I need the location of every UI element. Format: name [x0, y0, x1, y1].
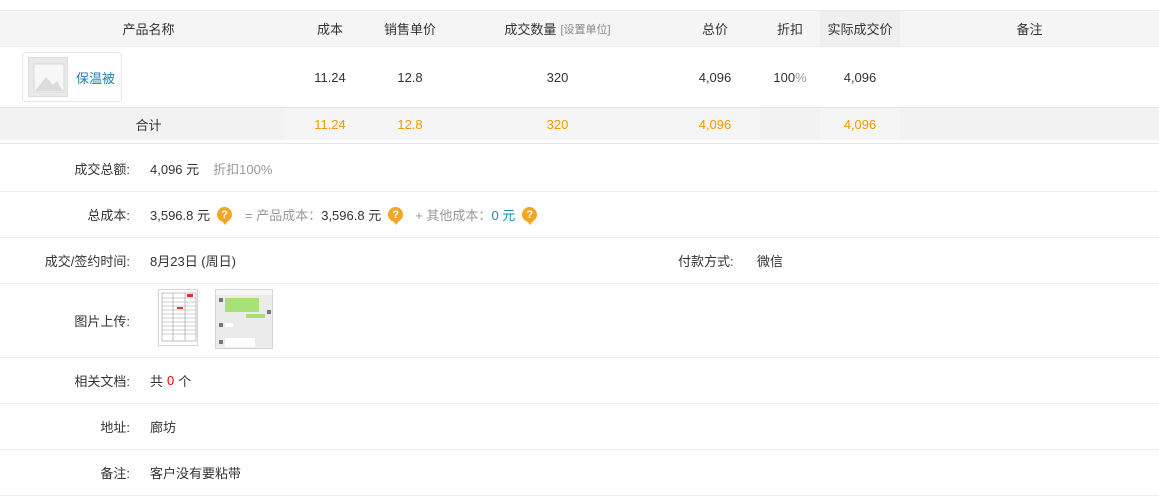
header-discount: 折扣	[776, 22, 803, 37]
header-remark: 备注	[1016, 22, 1043, 37]
discount-value: 100	[773, 69, 796, 85]
remark-label: 备注:	[100, 466, 130, 481]
product-card[interactable]: 保温被	[22, 52, 122, 102]
discount-unit: %	[795, 69, 807, 85]
images-row: 图片上传:	[0, 284, 1159, 358]
remark-value: 客户没有要粘带	[150, 466, 242, 481]
totals-row: 合计 11.24 12.8 320 4,096 4,096	[0, 107, 1159, 140]
deal-time-row: 成交/签约时间: 8月23日 (周日) 付款方式: 微信	[0, 238, 1159, 284]
cell-remark	[900, 47, 1159, 107]
deal-time-value: 8月23日 (周日)	[150, 254, 236, 269]
remark-row: 备注: 客户没有要粘带	[0, 450, 1159, 496]
deal-time-label: 成交/签约时间:	[44, 254, 130, 269]
header-actual-price: 实际成交价	[820, 11, 900, 46]
product-name-link[interactable]: 保温被	[76, 68, 115, 87]
total-cost-row: 总成本: 3,596.8 元 ? = 产品成本： 3,596.8 元 ? + 其…	[0, 192, 1159, 238]
total-amount-value: 4,096 元	[150, 162, 200, 177]
product-table: 产品名称 成本 销售单价 成交数量 [设置单位] 总价 折扣 实际成交价 备注 …	[0, 0, 1159, 144]
total-cost-value: 3,596.8 元	[150, 208, 210, 223]
cell-discount: 100%	[760, 47, 820, 107]
total-amount-value-wrap: 4,096 元 折扣100%	[150, 146, 272, 191]
other-cost-value[interactable]: 0 元	[491, 205, 515, 224]
totals-total: 4,096	[670, 108, 760, 140]
cell-actual-price: 4,096	[843, 69, 877, 85]
total-cost-label: 总成本:	[87, 208, 130, 223]
product-cost-value: 3,596.8 元	[321, 208, 382, 223]
documents-prefix: 共	[150, 374, 164, 389]
question-icon[interactable]: ?	[388, 207, 404, 225]
totals-quantity: 320	[445, 108, 670, 140]
header-total: 总价	[701, 22, 728, 37]
payment-method-value: 微信	[757, 254, 784, 269]
documents-label: 相关文档:	[74, 374, 130, 389]
cell-total: 4,096	[698, 69, 732, 85]
totals-actual-price: 4,096	[820, 108, 900, 140]
documents-row: 相关文档: 共 0 个	[0, 358, 1159, 404]
table-header: 产品名称 成本 销售单价 成交数量 [设置单位] 总价 折扣 实际成交价 备注	[0, 10, 1159, 47]
total-amount-discount: 折扣100%	[213, 162, 273, 177]
payment-method-label: 付款方式:	[678, 254, 734, 269]
totals-unit-price: 12.8	[375, 108, 445, 140]
address-label: 地址:	[100, 420, 130, 435]
images-label: 图片上传:	[74, 314, 130, 329]
table-row: 保温被 11.24 12.8 320 4,096 100% 4,096	[0, 47, 1159, 107]
header-quantity-label: 成交数量	[504, 22, 557, 37]
address-value: 廊坊	[150, 420, 177, 435]
question-icon[interactable]: ?	[217, 207, 232, 225]
documents-suffix: 个	[178, 374, 192, 389]
cell-unit-price: 12.8	[397, 69, 423, 85]
total-cost-value-wrap: 3,596.8 元 ? = 产品成本： 3,596.8 元 ? + 其他成本： …	[150, 192, 538, 237]
cell-cost: 11.24	[314, 69, 346, 85]
product-cost-label: = 产品成本：	[245, 208, 322, 223]
uploaded-image-document[interactable]	[158, 289, 198, 346]
other-cost-label: + 其他成本：	[415, 208, 492, 223]
set-unit-link[interactable]: [设置单位]	[560, 21, 610, 37]
total-amount-row: 成交总额: 4,096 元 折扣100%	[0, 146, 1159, 192]
header-product-name: 产品名称	[122, 22, 175, 37]
header-unit-price: 销售单价	[383, 22, 436, 37]
documents-value-wrap: 共 0 个	[150, 358, 191, 403]
total-amount-label: 成交总额:	[74, 162, 130, 177]
divider	[0, 143, 1159, 144]
uploaded-image-chat[interactable]	[215, 289, 273, 349]
cell-quantity: 320	[546, 69, 569, 85]
address-row: 地址: 廊坊	[0, 404, 1159, 450]
question-icon[interactable]: ?	[522, 207, 538, 225]
documents-count[interactable]: 0	[167, 373, 174, 388]
image-placeholder-icon	[28, 57, 68, 97]
totals-cost: 11.24	[285, 108, 375, 140]
header-quantity: 成交数量 [设置单位]	[445, 11, 670, 46]
header-cost: 成本	[316, 22, 343, 37]
totals-label: 合计	[135, 117, 162, 133]
